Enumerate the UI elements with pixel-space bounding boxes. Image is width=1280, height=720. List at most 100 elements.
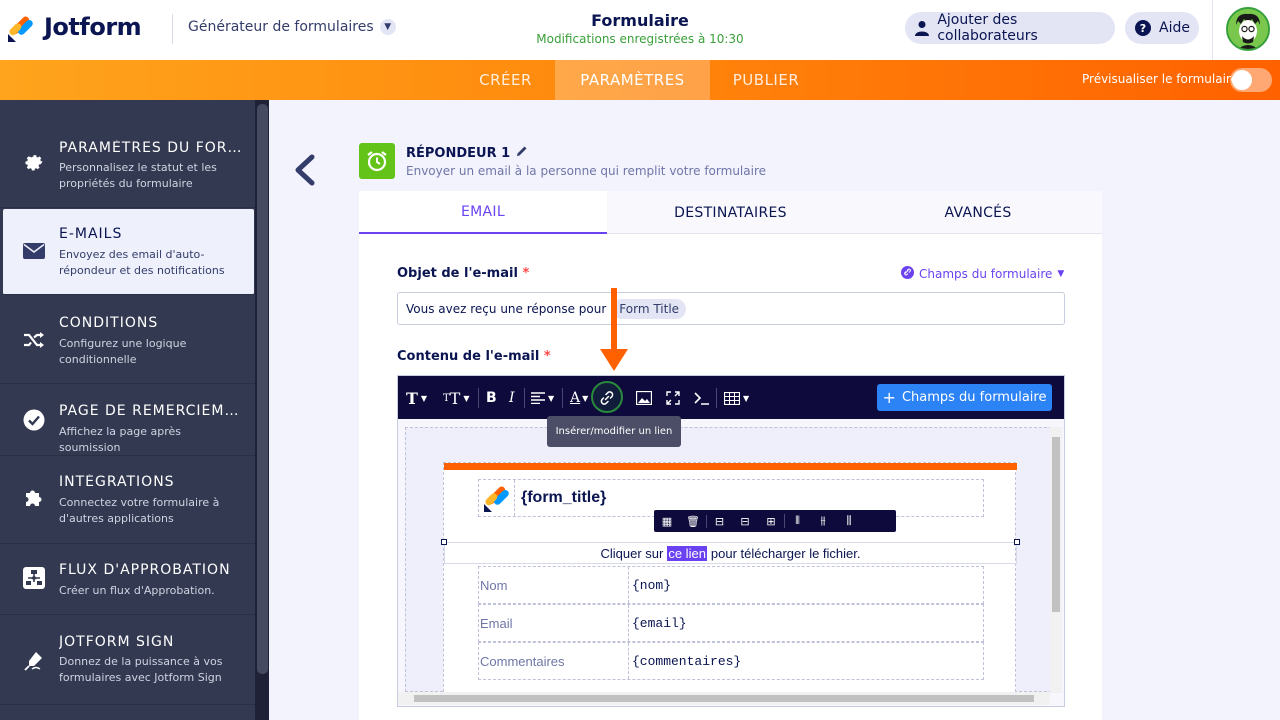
link-tooltip: Insérer/modifier un lien (547, 416, 681, 447)
resize-handle[interactable] (441, 539, 447, 545)
delete-row-icon[interactable]: ⊞ (758, 515, 784, 528)
gear-icon (22, 150, 46, 174)
font-family-icon[interactable]: T ▼ (406, 388, 427, 408)
scrollbar-thumb[interactable] (1052, 437, 1060, 612)
sidebar-item-desc: Envoyez des email d'auto-répondeur et de… (59, 248, 225, 277)
page-title[interactable]: Formulaire (500, 11, 780, 30)
subject-label: Objet de l'e-mail * (397, 266, 529, 281)
form-title-tag[interactable]: Form Title (612, 298, 687, 319)
sidebar-item-emails[interactable]: E-MAILS Envoyez des email d'auto-réponde… (3, 209, 254, 295)
responder-title-text: RÉPONDEUR 1 (406, 145, 511, 161)
download-link-line[interactable]: Cliquer sur ce lien pour télécharger le … (444, 542, 1017, 564)
table-tools-toolbar: ▦ 🗑 ⊟ ⊟ ⊞ ⫴ ⫵ ⫼ (654, 510, 896, 532)
preview-toggle[interactable] (1230, 68, 1272, 92)
row-value: {commentaires} (632, 653, 742, 669)
sidebar-scrollbar[interactable] (256, 100, 269, 720)
subject-input[interactable]: Vous avez reçu une réponse pour Form Tit… (397, 292, 1065, 325)
sidebar-item-conditions[interactable]: CONDITIONS Configurez une logique condit… (0, 296, 255, 384)
content-label-text: Contenu de l'e-mail (397, 349, 540, 364)
scrollbar-thumb[interactable] (414, 695, 1034, 702)
resize-handle[interactable] (1014, 539, 1020, 545)
tab-recipients[interactable]: DESTINATAIRES (607, 191, 854, 234)
table-icon[interactable]: ▼ (724, 388, 749, 408)
svg-text:?: ? (1140, 22, 1146, 35)
align-icon[interactable]: ▼ (531, 388, 554, 408)
help-button[interactable]: ? Aide (1125, 12, 1199, 44)
scrollbar-thumb[interactable] (257, 104, 268, 674)
email-template: {form_title} ▦ 🗑 ⊟ ⊟ ⊞ ⫴ ⫵ ⫼ Cliquer sur… (441, 462, 1020, 702)
fullscreen-icon[interactable] (666, 388, 680, 408)
editor-vertical-scrollbar[interactable] (1050, 427, 1062, 693)
form-fields-dropdown[interactable]: Champs du formulaire ▼ (901, 266, 1064, 282)
link-text-before: Cliquer sur (600, 545, 664, 561)
tab-email[interactable]: EMAIL (359, 191, 607, 234)
insert-row-before-icon[interactable]: ⊟ (706, 514, 732, 528)
chevron-left-icon (295, 154, 315, 186)
row-key: Email (479, 605, 629, 641)
delete-col-icon[interactable]: ⫼ (836, 514, 862, 528)
insert-row-after-icon[interactable]: ⊟ (732, 515, 758, 528)
add-form-field-button[interactable]: + Champs du formulaire (877, 384, 1052, 411)
subject-text: Vous avez reçu une réponse pour (406, 301, 607, 316)
required-mark: * (522, 266, 530, 281)
row-key: Nom (479, 567, 629, 603)
email-tabs: EMAIL DESTINATAIRES AVANCÉS (359, 191, 1102, 234)
italic-icon[interactable]: I (509, 388, 515, 408)
responder-subtitle: Envoyer un email à la personne qui rempl… (406, 164, 766, 178)
editor-canvas[interactable]: {form_title} ▦ 🗑 ⊟ ⊟ ⊞ ⫴ ⫵ ⫼ Cliquer sur… (405, 427, 1052, 702)
sidebar-item-jotform-sign[interactable]: JOTFORM SIGN Donnez de la puissance à vo… (0, 615, 255, 705)
table-props-icon[interactable]: ▦ (654, 515, 680, 528)
user-avatar[interactable] (1226, 7, 1270, 51)
sidebar-menu: PARAMÈTRES DU FORMULAIRE Personnalisez l… (0, 100, 255, 720)
link-text-after: pour télécharger le fichier. (710, 545, 861, 561)
editor-horizontal-scrollbar[interactable] (398, 692, 1050, 705)
check-circle-icon (22, 408, 46, 432)
bold-icon[interactable]: B (486, 388, 497, 408)
sidebar-item-label: PARAMÈTRES DU FORMULAIRE (59, 140, 244, 156)
responder-title[interactable]: RÉPONDEUR 1 (406, 145, 528, 161)
settings-sidebar: PARAMÈTRES DU FORMULAIRE Personnalisez l… (0, 100, 269, 720)
email-content-editor[interactable]: T ▼ T T ▼ B I ▼ A ▼ ▼ + Champs du formul… (397, 375, 1065, 707)
save-status: Modifications enregistrées à 10:30 (536, 32, 744, 46)
sidebar-item-integrations[interactable]: INTÉGRATIONS Connectez votre formulaire … (0, 456, 255, 544)
add-collaborators-label: Ajouter des collaborateurs (937, 12, 1038, 44)
header-divider (172, 14, 173, 44)
tab-advanced[interactable]: AVANCÉS (854, 191, 1102, 234)
tab-create[interactable]: CRÉER (456, 60, 555, 100)
insert-link-icon[interactable] (599, 388, 615, 408)
sidebar-item-desc: Personnalisez le statut et les propriété… (59, 161, 217, 190)
sidebar-item-form-settings[interactable]: PARAMÈTRES DU FORMULAIRE Personnalisez l… (0, 100, 255, 208)
back-button[interactable] (292, 154, 318, 186)
add-collaborators-button[interactable]: Ajouter des collaborateurs (905, 12, 1115, 44)
builder-dropdown[interactable]: Générateur de formulaires ▼ (188, 19, 396, 35)
sidebar-item-thank-you-page[interactable]: PAGE DE REMERCIEMENT Affichez la page ap… (0, 384, 255, 456)
header-divider-right (1212, 0, 1213, 60)
sidebar-item-desc: Configurez une logique conditionnelle (59, 337, 187, 366)
sidebar-item-desc: Créer un flux d'Approbation. (59, 584, 215, 597)
envelope-icon (22, 239, 46, 263)
selected-link-text[interactable]: ce lien (667, 545, 707, 561)
sidebar-item-label: FLUX D'APPROBATION (59, 562, 231, 578)
form-fields-label: Champs du formulaire (919, 267, 1053, 281)
sidebar-item-approval-flows[interactable]: FLUX D'APPROBATION Créer un flux d'Appro… (0, 544, 255, 615)
code-view-icon[interactable] (694, 388, 710, 408)
jotform-logo-icon (479, 480, 515, 516)
delete-table-icon[interactable]: 🗑 (680, 515, 706, 528)
top-header: Jotform Générateur de formulaires ▼ Form… (0, 0, 1280, 60)
tab-publish[interactable]: PUBLIER (710, 60, 822, 100)
font-size-icon[interactable]: T T ▼ (443, 388, 470, 408)
insert-col-before-icon[interactable]: ⫴ (784, 514, 810, 528)
help-icon: ? (1135, 20, 1151, 36)
form-title-variable: {form_title} (521, 489, 607, 506)
tab-settings[interactable]: PARAMÈTRES (555, 60, 710, 100)
email-settings-panel: EMAIL DESTINATAIRES AVANCÉS Objet de l'e… (359, 191, 1102, 720)
insert-col-after-icon[interactable]: ⫵ (810, 514, 836, 528)
row-value: {email} (632, 615, 687, 631)
text-color-icon[interactable]: A ▼ (570, 388, 588, 408)
pencil-icon[interactable] (516, 145, 528, 161)
required-mark: * (543, 349, 551, 364)
image-icon[interactable] (636, 388, 652, 408)
flow-icon (22, 566, 46, 590)
sidebar-item-label: INTÉGRATIONS (59, 474, 175, 490)
jotform-logo[interactable]: Jotform (8, 13, 142, 42)
